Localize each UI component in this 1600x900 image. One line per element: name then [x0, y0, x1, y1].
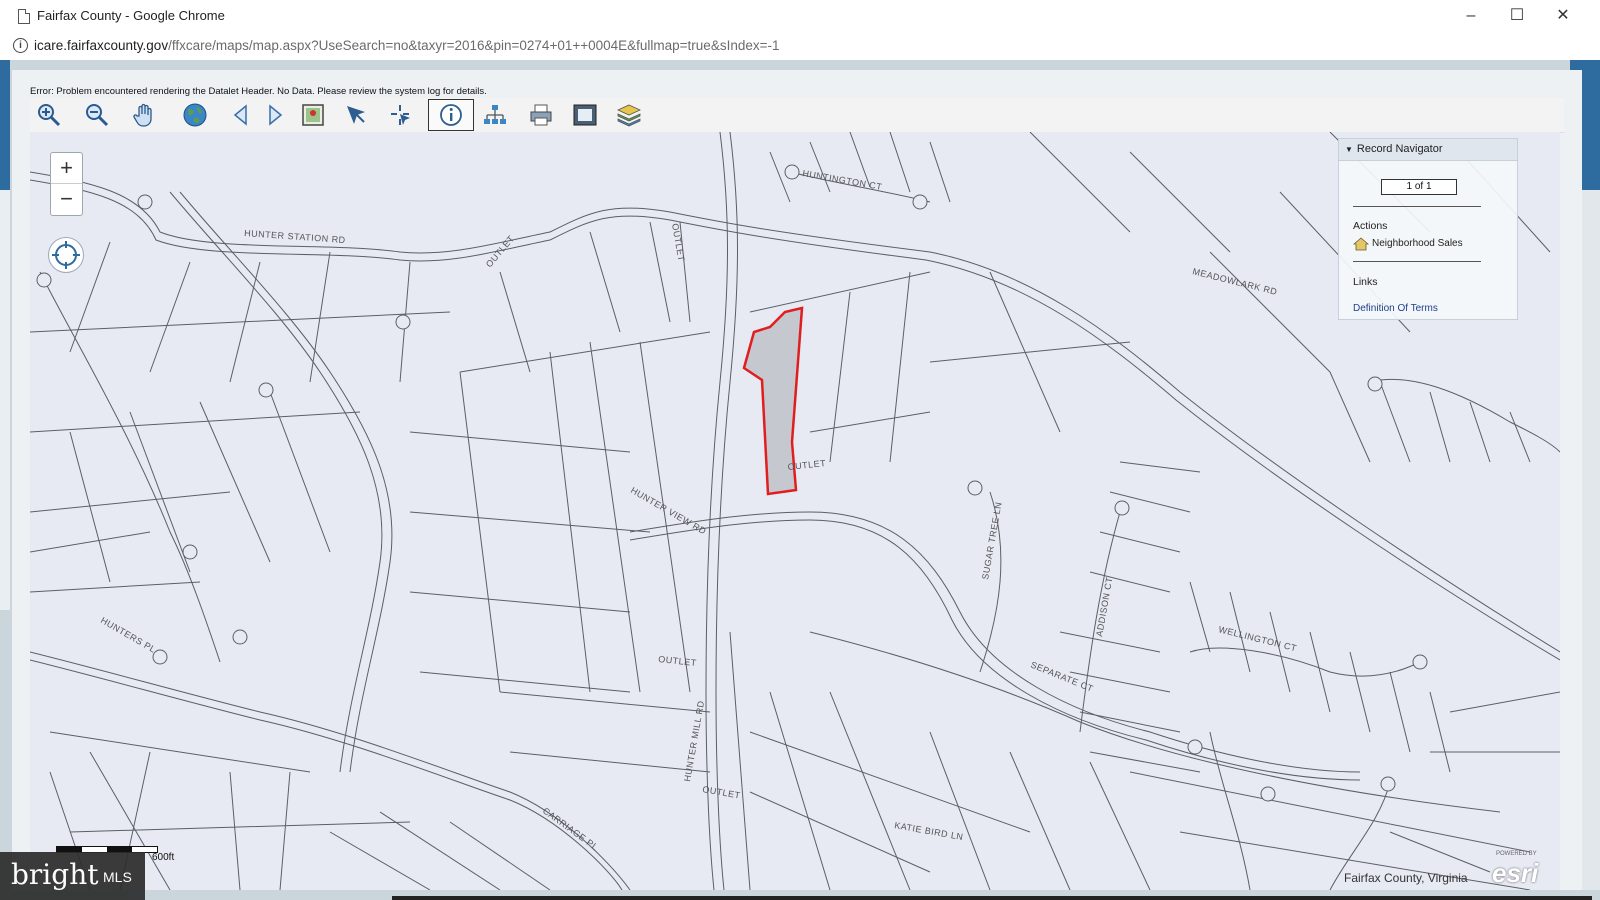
street-label: WELLINGTON CT [1218, 624, 1298, 653]
fit-screen-icon[interactable] [570, 100, 600, 130]
previous-extent-icon[interactable] [226, 100, 256, 130]
street-label: HUNTERS PL [99, 615, 158, 655]
watermark-brand: bright [11, 858, 99, 891]
layers-icon[interactable] [614, 100, 644, 130]
record-navigator-panel: ▼ Record Navigator 1 of 1 Actions Neighbo… [1338, 138, 1518, 320]
zoom-in-button[interactable]: + [51, 153, 82, 183]
select-point-icon[interactable] [386, 100, 416, 130]
window-title: Fairfax County - Google Chrome [37, 8, 225, 23]
minimize-button[interactable]: – [1448, 0, 1494, 32]
print-icon[interactable] [526, 100, 556, 130]
background-page-strip [0, 60, 10, 190]
zoom-out-icon[interactable] [82, 100, 112, 130]
street-label: OUTLET [670, 223, 687, 263]
street-label: MEADOWLARK RD [1192, 266, 1279, 297]
street-label: HUNTER STATION RD [244, 228, 346, 245]
select-arrow-icon[interactable] [342, 100, 372, 130]
error-message: Error: Problem encountered rendering the… [30, 86, 487, 97]
street-label: OUTLET [658, 654, 697, 668]
divider [1353, 206, 1481, 207]
record-count: 1 of 1 [1381, 179, 1457, 195]
address-bar[interactable]: i icare.fairfaxcounty.gov/ffxcare/maps/m… [0, 32, 1600, 61]
divider [1353, 261, 1481, 262]
url-host: icare.fairfaxcounty.gov [34, 38, 169, 53]
map-toolbar [30, 98, 1564, 133]
maximize-button[interactable]: ☐ [1494, 0, 1540, 32]
parcel-lines: HUNTER STATION RD HUNTER VIEW RD HUNTER … [30, 132, 1560, 890]
neighborhood-sales-link[interactable]: Neighborhood Sales [1372, 238, 1463, 249]
zoom-control: + − [50, 152, 83, 216]
info-icon[interactable]: i [13, 38, 28, 53]
street-label: OUTLET [484, 233, 516, 269]
esri-powered-label: POWERED BY [1496, 851, 1537, 857]
url-path: /ffxcare/maps/map.aspx?UseSearch=no&taxy… [168, 38, 780, 53]
street-label: KATIE BIRD LN [894, 820, 965, 842]
definition-of-terms-link[interactable]: Definition Of Terms [1353, 303, 1438, 314]
house-icon [1352, 237, 1370, 251]
page-icon [18, 9, 30, 24]
map-extent-icon[interactable] [298, 100, 328, 130]
bottom-border [392, 896, 1592, 900]
county-label: Fairfax County, Virginia [1344, 871, 1468, 885]
identify-info-icon[interactable] [428, 99, 474, 131]
scale-label: 600ft [152, 852, 175, 863]
esri-logo: esri [1492, 858, 1539, 888]
collapse-triangle-icon[interactable]: ▼ [1345, 145, 1353, 154]
next-extent-icon[interactable] [260, 100, 290, 130]
close-button[interactable]: ✕ [1540, 0, 1586, 32]
record-navigator-title: Record Navigator [1356, 143, 1443, 155]
actions-label: Actions [1353, 220, 1388, 232]
street-label: CARRIAGE PL [541, 806, 600, 853]
zoom-in-icon[interactable] [34, 100, 64, 130]
zoom-out-button[interactable]: − [51, 183, 82, 214]
street-label: ADDISON CT [1094, 576, 1114, 637]
parcel-map[interactable]: HUNTER STATION RD HUNTER VIEW RD HUNTER … [30, 132, 1560, 890]
street-label: HUNTER VIEW RD [629, 485, 708, 536]
background-page-strip [0, 190, 10, 610]
watermark-suffix: MLS [103, 869, 132, 885]
title-bar: Fairfax County - Google Chrome – ☐ ✕ [0, 0, 1600, 33]
links-label: Links [1353, 276, 1378, 288]
full-extent-globe-icon[interactable] [180, 100, 210, 130]
bright-mls-watermark: bright MLS [0, 852, 145, 900]
record-navigator-header[interactable]: ▼ Record Navigator [1339, 139, 1517, 161]
pan-hand-icon[interactable] [130, 100, 160, 130]
url-text[interactable]: icare.fairfaxcounty.gov/ffxcare/maps/map… [34, 38, 779, 53]
network-icon[interactable] [480, 100, 510, 130]
locate-crosshair-icon[interactable] [48, 237, 84, 273]
street-label: HUNTINGTON CT [802, 168, 883, 192]
